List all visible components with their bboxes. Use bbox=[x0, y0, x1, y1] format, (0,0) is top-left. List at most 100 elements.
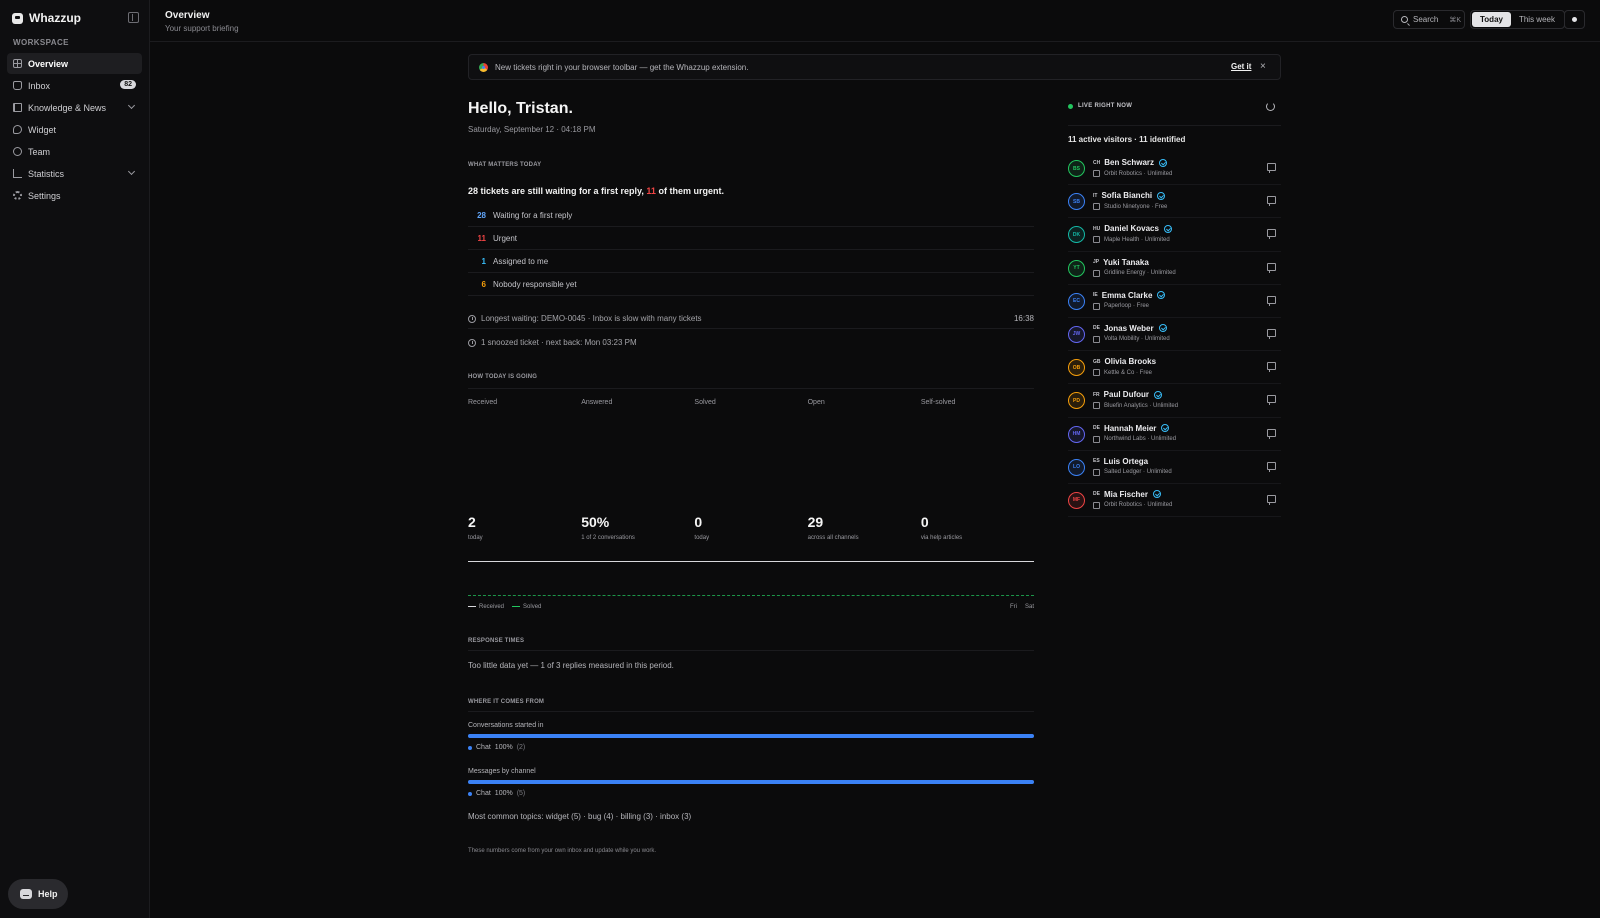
sidebar-collapse-icon[interactable] bbox=[128, 12, 139, 23]
visitor-name-text: Daniel Kovacs bbox=[1104, 224, 1159, 234]
avatar: BS bbox=[1068, 160, 1085, 177]
snoozed-row[interactable]: 1 snoozed ticket · next back: Mon 03:23 … bbox=[468, 338, 1034, 347]
help-label: Help bbox=[38, 889, 58, 899]
visitor-company: Maple Health · Unlimited bbox=[1093, 236, 1170, 244]
legend-label: Solved bbox=[523, 604, 542, 610]
channel-count: (5) bbox=[516, 790, 526, 797]
sidebar-item-settings[interactable]: Settings bbox=[7, 185, 142, 206]
start-chat-icon[interactable] bbox=[1267, 295, 1276, 306]
live-dot-icon bbox=[1068, 103, 1073, 109]
divider bbox=[468, 711, 1034, 712]
stat-sub: today bbox=[468, 535, 483, 541]
sidebar-item-inbox[interactable]: Inbox 82 bbox=[7, 75, 142, 96]
chevron-down-icon[interactable] bbox=[127, 167, 136, 176]
refresh-icon[interactable] bbox=[1266, 102, 1275, 111]
visitor-row[interactable]: OB GB Olivia Brooks Kettle & Co · Free bbox=[1068, 351, 1281, 385]
stats-icon bbox=[13, 169, 22, 178]
building-icon bbox=[1093, 170, 1100, 177]
visitor-row[interactable]: SB IT Sofia Bianchi Studio Ninetyone · Free bbox=[1068, 185, 1281, 219]
response-times-text: Too little data yet — 1 of 3 replies mea… bbox=[468, 661, 674, 670]
visitor-company-text: Orbit Robotics · Unlimited bbox=[1104, 502, 1173, 509]
chat-dot-icon bbox=[468, 791, 472, 796]
visitor-row[interactable]: DK HU Daniel Kovacs Maple Health · Unlimite… bbox=[1068, 218, 1281, 252]
divider bbox=[468, 650, 1034, 651]
sidebar-nav: Overview Inbox 82 Knowledge & News Widget Tea… bbox=[7, 53, 142, 207]
legend-item: Solved bbox=[512, 604, 541, 610]
channel-name: Chat bbox=[476, 790, 491, 797]
sidebar-item-widget[interactable]: Widget bbox=[7, 119, 142, 140]
visitor-company: Kettle & Co · Free bbox=[1093, 369, 1152, 377]
visitor-row[interactable]: JW DE Jonas Weber Volta Mobility · Unlimite… bbox=[1068, 318, 1281, 352]
sidebar-item-overview[interactable]: Overview bbox=[7, 53, 142, 74]
sidebar-item-knowledge-news[interactable]: Knowledge & News bbox=[7, 97, 142, 118]
metric-row[interactable]: 28 Waiting for a first reply bbox=[468, 204, 1034, 227]
clock-icon bbox=[468, 314, 476, 323]
start-chat-icon[interactable] bbox=[1267, 262, 1276, 273]
sidebar-item-team[interactable]: Team bbox=[7, 141, 142, 162]
channel-bar-track bbox=[468, 780, 1034, 784]
stat-header: Received bbox=[468, 399, 498, 406]
x-tick-label: Sat bbox=[1024, 604, 1034, 610]
visitor-company: Northwind Labs · Unlimited bbox=[1093, 435, 1176, 443]
start-chat-icon[interactable] bbox=[1267, 328, 1276, 339]
visitor-name: IT Sofia Bianchi bbox=[1093, 191, 1166, 200]
visitor-row[interactable]: YT JP Yuki Tanaka Gridline Energy · Unlimit… bbox=[1068, 252, 1281, 285]
live-label: LIVE RIGHT NOW bbox=[1078, 103, 1133, 109]
visitor-name: DE Mia Fischer bbox=[1093, 490, 1161, 499]
visitor-row[interactable]: PD FR Paul Dufour Bluefin Analytics · Unlim… bbox=[1068, 384, 1281, 418]
search-button[interactable]: Search ⌘K bbox=[1393, 10, 1465, 29]
gear-icon bbox=[13, 191, 22, 200]
channel-bar-track bbox=[468, 734, 1034, 738]
avatar: DK bbox=[1068, 226, 1085, 244]
banner-get-it-link[interactable]: Get it bbox=[1231, 62, 1251, 71]
theme-toggle-icon[interactable] bbox=[1564, 10, 1585, 29]
metric-row[interactable]: 6 Nobody responsible yet bbox=[468, 273, 1034, 296]
visitor-name: ES Luis Ortega bbox=[1093, 457, 1148, 466]
chevron-down-icon[interactable] bbox=[127, 101, 136, 110]
banner-text: New tickets right in your browser toolba… bbox=[495, 63, 749, 72]
divider bbox=[468, 388, 1034, 389]
start-chat-icon[interactable] bbox=[1267, 395, 1276, 406]
metric-row[interactable]: 1 Assigned to me bbox=[468, 250, 1034, 273]
start-chat-icon[interactable] bbox=[1267, 494, 1276, 505]
visitor-company-text: Gridline Energy · Unlimited bbox=[1104, 270, 1176, 277]
avatar: OB bbox=[1068, 359, 1085, 377]
visitor-name-text: Luis Ortega bbox=[1103, 456, 1149, 466]
sidebar-item-statistics[interactable]: Statistics bbox=[7, 163, 142, 184]
visitor-row[interactable]: LO ES Luis Ortega Salted Ledger · Unlimited bbox=[1068, 451, 1281, 484]
range-this-week[interactable]: This week bbox=[1511, 12, 1563, 27]
stat-value: 2 bbox=[468, 514, 476, 530]
brand[interactable]: Whazzup bbox=[12, 11, 81, 25]
sidebar-item-label: Overview bbox=[28, 58, 69, 69]
start-chat-icon[interactable] bbox=[1267, 229, 1276, 240]
metric-label: Nobody responsible yet bbox=[493, 279, 577, 289]
visitor-name-text: Mia Fischer bbox=[1103, 489, 1148, 499]
visitor-name-text: Paul Dufour bbox=[1103, 390, 1150, 400]
visitor-row[interactable]: EC IE Emma Clarke Paperloop · Free bbox=[1068, 285, 1281, 318]
metric-label: Urgent bbox=[493, 233, 518, 243]
banner-close-icon[interactable]: × bbox=[1260, 61, 1266, 72]
metric-value: 6 bbox=[481, 279, 486, 289]
visitor-row[interactable]: MF DE Mia Fischer Orbit Robotics · Unlimite… bbox=[1068, 484, 1281, 518]
search-icon bbox=[1401, 16, 1408, 23]
brand-name: Whazzup bbox=[29, 11, 81, 25]
longest-waiting-row[interactable]: Longest waiting: DEMO-0045 · Inbox is sl… bbox=[468, 314, 1034, 323]
avatar: EC bbox=[1068, 292, 1085, 310]
footnote: These numbers come from your own inbox a… bbox=[468, 848, 657, 854]
start-chat-icon[interactable] bbox=[1267, 461, 1276, 472]
visitor-country: GB bbox=[1093, 358, 1101, 365]
stat-received: 2 today bbox=[468, 514, 581, 541]
metric-row[interactable]: 11 Urgent bbox=[468, 227, 1034, 250]
help-button[interactable]: Help bbox=[8, 879, 68, 909]
visitor-country: CH bbox=[1093, 159, 1101, 166]
visitor-name: HU Daniel Kovacs bbox=[1093, 224, 1172, 233]
range-today[interactable]: Today bbox=[1472, 12, 1511, 27]
visitor-row[interactable]: HM DE Hannah Meier Northwind Labs · Unlimit… bbox=[1068, 418, 1281, 451]
start-chat-icon[interactable] bbox=[1267, 428, 1276, 439]
stat-sub: 1 of 2 conversations bbox=[581, 535, 635, 541]
clock-icon bbox=[468, 338, 476, 347]
start-chat-icon[interactable] bbox=[1267, 163, 1276, 173]
start-chat-icon[interactable] bbox=[1267, 362, 1276, 373]
visitor-row[interactable]: BS CH Ben Schwarz Orbit Robotics · Unlimite… bbox=[1068, 152, 1281, 186]
start-chat-icon[interactable] bbox=[1267, 196, 1276, 207]
